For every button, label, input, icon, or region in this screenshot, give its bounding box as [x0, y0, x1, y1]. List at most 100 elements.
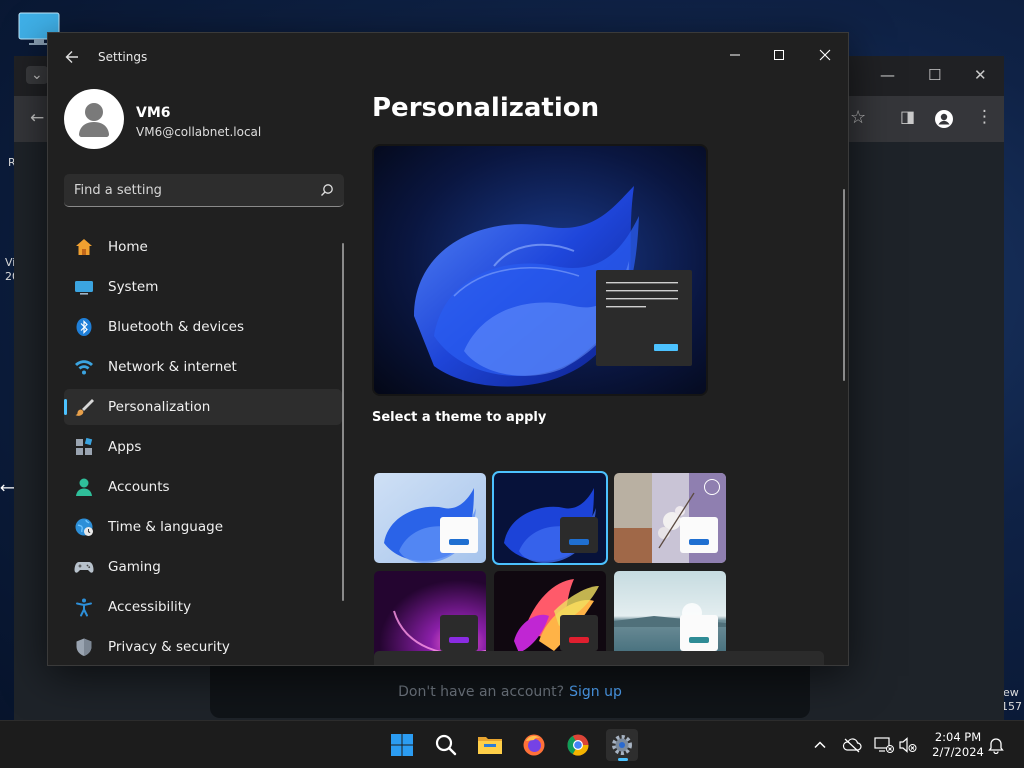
sidebar-item-privacy-security[interactable]: Privacy & security: [64, 629, 342, 665]
firefox-button[interactable]: [518, 729, 550, 761]
theme-button-swatch: [689, 539, 709, 545]
user-email: VM6@collabnet.local: [136, 125, 262, 139]
privacy-security-icon: [74, 637, 94, 657]
close-button[interactable]: [802, 39, 848, 71]
sidebar-item-bluetooth[interactable]: Bluetooth & devices: [64, 309, 342, 345]
theme-windows-dark[interactable]: [492, 471, 608, 565]
theme-windows-light[interactable]: [374, 473, 486, 563]
theme-button-swatch: [449, 539, 469, 545]
sidebar-item-label: Bluetooth & devices: [108, 319, 245, 335]
theme-card: [440, 517, 478, 553]
close-icon: [819, 49, 831, 61]
active-app-indicator: [618, 758, 628, 761]
file-explorer-button[interactable]: [474, 729, 506, 761]
browser-back-icon[interactable]: ←: [30, 110, 44, 127]
theme-button-swatch: [449, 637, 469, 643]
show-hidden-icons-button[interactable]: [810, 735, 830, 755]
theme-glow[interactable]: [374, 571, 486, 661]
apps-icon: [74, 437, 94, 457]
sidebar-item-label: Accessibility: [108, 599, 192, 615]
theme-card: [560, 615, 598, 651]
main-content: Personalization Select a theme to apply: [372, 81, 842, 665]
chrome-button[interactable]: [562, 729, 594, 761]
start-button[interactable]: [386, 729, 418, 761]
system-icon: [74, 277, 94, 297]
onedrive-tray[interactable]: [842, 735, 862, 755]
settings-button[interactable]: [606, 729, 638, 761]
title-bar: Settings: [48, 33, 848, 81]
signup-card: Don't have an account? Sign up: [210, 666, 810, 718]
maximize-button[interactable]: [756, 39, 802, 71]
signup-link[interactable]: Sign up: [569, 684, 622, 700]
avatar: [64, 89, 124, 149]
settings-icon: [612, 735, 632, 755]
theme-card: [560, 517, 598, 553]
theme-card: [680, 517, 718, 553]
clock-time: 2:04 PM: [934, 730, 982, 744]
sidebar-item-personalization[interactable]: Personalization: [64, 389, 342, 425]
sidebar-item-time-language[interactable]: Time & language: [64, 509, 342, 545]
theme-flow-spotlight[interactable]: [614, 473, 726, 563]
sidebar-item-label: Home: [108, 239, 148, 255]
theme-card: [680, 615, 718, 651]
search-input[interactable]: [74, 174, 304, 206]
sidebar-item-label: Personalization: [108, 399, 211, 415]
sidebar-scrollbar[interactable]: [342, 243, 344, 601]
sidebar-item-system[interactable]: System: [64, 269, 342, 305]
browser-menu-icon[interactable]: ⋮: [976, 109, 993, 126]
sidebar-item-label: Network & internet: [108, 359, 237, 375]
desktop-fragment: 157: [1001, 700, 1022, 713]
volume-tray[interactable]: [898, 735, 918, 755]
search-icon[interactable]: [320, 183, 334, 197]
search-box: [64, 174, 344, 207]
theme-section-label: Select a theme to apply: [372, 410, 547, 425]
sidebar-item-label: Time & language: [108, 519, 224, 535]
theme-captured-motion[interactable]: [494, 571, 606, 661]
file-explorer-icon: [478, 737, 502, 754]
cloud-offline-icon: [842, 738, 862, 753]
theme-sunrise[interactable]: [614, 571, 726, 661]
notification-bell-icon: [988, 738, 1004, 754]
user-name: VM6: [136, 105, 171, 121]
sidebar-item-gaming[interactable]: Gaming: [64, 549, 342, 585]
back-arrow-icon[interactable]: [62, 47, 82, 67]
browser-close-icon[interactable]: ✕: [974, 68, 987, 83]
network-icon: [74, 357, 94, 377]
start-icon: [391, 734, 413, 756]
network-tray[interactable]: [874, 735, 894, 755]
side-panel-icon[interactable]: ◨: [900, 109, 915, 125]
minimize-button[interactable]: [712, 39, 758, 71]
maximize-icon: [774, 50, 784, 60]
sidebar-item-network[interactable]: Network & internet: [64, 349, 342, 385]
theme-button-swatch: [569, 539, 589, 545]
network-disconnected-icon: [874, 737, 894, 753]
sidebar-item-accounts[interactable]: Accounts: [64, 469, 342, 505]
bookmark-star-icon[interactable]: ☆: [850, 109, 866, 127]
tab-search-icon[interactable]: ⌄: [26, 66, 48, 84]
desktop-fragment: ew: [1003, 686, 1019, 699]
home-icon: [74, 237, 94, 257]
sidebar-nav: Home System Bluetooth & devices Network …: [64, 229, 342, 665]
theme-preview: [372, 144, 708, 396]
sidebar-item-apps[interactable]: Apps: [64, 429, 342, 465]
sidebar-item-home[interactable]: Home: [64, 229, 342, 265]
main-scrollbar[interactable]: [843, 189, 845, 381]
app-title: Settings: [98, 50, 148, 64]
sidebar-item-label: Apps: [108, 439, 142, 455]
theme-button-swatch: [569, 637, 589, 643]
theme-button-swatch: [689, 637, 709, 643]
notifications-button[interactable]: [986, 735, 1006, 755]
user-avatar-icon: [79, 103, 109, 137]
taskbar: 2:04 PM 2/7/2024: [0, 720, 1024, 768]
gaming-icon: [74, 557, 94, 577]
browser-maximize-icon[interactable]: ☐: [928, 68, 941, 83]
browser-minimize-icon[interactable]: —: [880, 68, 895, 83]
bluetooth-icon: [74, 317, 94, 337]
taskbar-clock[interactable]: 2:04 PM 2/7/2024: [922, 730, 994, 760]
sidebar-item-label: Gaming: [108, 559, 161, 575]
sidebar-item-accessibility[interactable]: Accessibility: [64, 589, 342, 625]
profile-icon[interactable]: [934, 109, 954, 129]
taskbar-search-button[interactable]: [430, 729, 462, 761]
volume-muted-icon: [899, 737, 917, 753]
search-icon: [435, 734, 457, 756]
